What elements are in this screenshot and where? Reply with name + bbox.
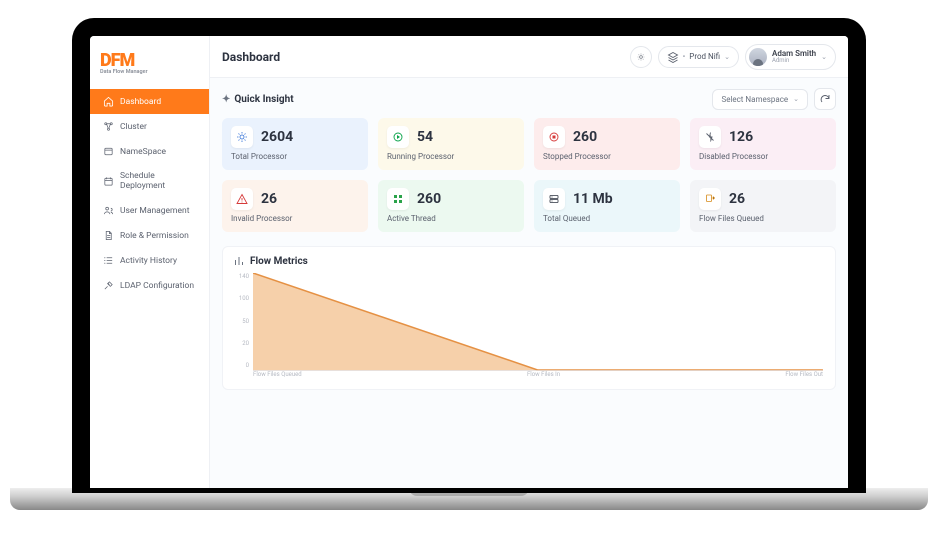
y-tick: 50 <box>233 318 249 325</box>
user-role: Admin <box>772 58 816 64</box>
tools-icon <box>103 280 114 291</box>
warning-icon <box>231 188 253 210</box>
logo-mark: DFM <box>100 50 134 71</box>
sidebar-item-label: User Management <box>120 206 189 216</box>
y-tick: 140 <box>233 273 249 280</box>
sidebar-item-label: LDAP Configuration <box>120 281 194 291</box>
sidebar-item-cluster[interactable]: Cluster <box>90 114 209 139</box>
card-label: Active Thread <box>387 214 515 223</box>
insight-card-invalid-processor[interactable]: 26 Invalid Processor <box>222 180 368 232</box>
insight-icon: ✦ <box>222 94 230 105</box>
grid-icon <box>387 188 409 210</box>
card-value: 11 Mb <box>573 191 613 207</box>
namespace-selector[interactable]: Select Namespace ⌄ <box>712 89 808 110</box>
card-label: Stopped Processor <box>543 152 671 161</box>
stopped-icon <box>543 126 565 148</box>
list-icon <box>103 255 114 266</box>
topbar: Dashboard • Prod Nifi ⌄ Adam Smith Admin <box>210 36 848 78</box>
quick-insight-header: ✦Quick Insight Select Namespace ⌄ <box>222 88 836 110</box>
card-value: 26 <box>729 191 745 207</box>
card-value: 26 <box>261 191 277 207</box>
sidebar-item-namespace[interactable]: NameSpace <box>90 139 209 164</box>
sidebar-item-schedule-deployment[interactable]: Schedule Deployment <box>90 164 209 198</box>
page-title: Dashboard <box>222 50 624 64</box>
logo: DFM Data Flow Manager <box>90 36 209 83</box>
settings-button[interactable] <box>630 46 652 68</box>
sidebar-item-dashboard[interactable]: Dashboard <box>90 89 209 114</box>
main: Dashboard • Prod Nifi ⌄ Adam Smith Admin <box>210 36 848 488</box>
y-tick: 0 <box>233 362 249 369</box>
document-icon <box>103 230 114 241</box>
processor-icon <box>231 126 253 148</box>
insight-card-active-thread[interactable]: 260 Active Thread <box>378 180 524 232</box>
user-menu[interactable]: Adam Smith Admin ⌄ <box>745 44 836 70</box>
card-label: Invalid Processor <box>231 214 359 223</box>
sidebar-item-label: Activity History <box>120 256 177 266</box>
card-label: Total Processor <box>231 152 359 161</box>
card-value: 2604 <box>261 129 293 145</box>
users-icon <box>103 205 114 216</box>
calendar-icon <box>103 176 114 187</box>
layers-icon <box>667 51 679 63</box>
insight-card-flow-files-queued[interactable]: 26 Flow Files Queued <box>690 180 836 232</box>
card-value: 54 <box>417 129 433 145</box>
sidebar: DFM Data Flow Manager Dashboard Cluster Na… <box>90 36 210 488</box>
insight-card-disabled-processor[interactable]: 126 Disabled Processor <box>690 118 836 170</box>
logo-tagline: Data Flow Manager <box>100 69 148 75</box>
card-label: Total Queued <box>543 214 671 223</box>
flow-metrics-chart: 140 100 50 20 0 Flow Files Queued Flow Files … <box>233 273 825 383</box>
card-label: Flow Files Queued <box>699 214 827 223</box>
storage-icon <box>543 188 565 210</box>
cluster-icon <box>103 121 114 132</box>
refresh-button[interactable] <box>814 88 836 110</box>
x-tick: Flow Files Out <box>785 371 823 383</box>
sidebar-item-label: Role & Permission <box>120 231 189 241</box>
nav: Dashboard Cluster NameSpace Schedule Deploy… <box>90 89 209 298</box>
sidebar-item-label: Schedule Deployment <box>120 171 199 191</box>
x-tick: Flow Files Queued <box>253 371 302 383</box>
card-label: Running Processor <box>387 152 515 161</box>
insight-card-stopped-processor[interactable]: 260 Stopped Processor <box>534 118 680 170</box>
flow-metrics-panel: Flow Metrics 140 100 50 20 0 Flow Files Queu… <box>222 246 836 390</box>
sidebar-item-label: Dashboard <box>120 97 161 107</box>
disabled-icon <box>699 126 721 148</box>
sidebar-item-role-permission[interactable]: Role & Permission <box>90 223 209 248</box>
running-icon <box>387 126 409 148</box>
sidebar-item-label: NameSpace <box>120 147 166 157</box>
insight-card-running-processor[interactable]: 54 Running Processor <box>378 118 524 170</box>
chevron-down-icon: ⌄ <box>821 53 827 61</box>
card-value: 126 <box>729 129 753 145</box>
sidebar-item-user-management[interactable]: User Management <box>90 198 209 223</box>
insight-cards: 2604 Total Processor 54 Running Processor 26… <box>222 118 836 232</box>
insight-card-total-queued[interactable]: 11 Mb Total Queued <box>534 180 680 232</box>
card-value: 260 <box>573 129 597 145</box>
environment-selector[interactable]: • Prod Nifi ⌄ <box>658 46 739 68</box>
refresh-icon <box>819 93 831 105</box>
sidebar-item-activity-history[interactable]: Activity History <box>90 248 209 273</box>
avatar <box>749 48 767 66</box>
content: ✦Quick Insight Select Namespace ⌄ 2604 To… <box>210 78 848 488</box>
namespace-placeholder: Select Namespace <box>721 95 788 104</box>
home-icon <box>103 96 114 107</box>
gear-icon <box>637 51 645 63</box>
environment-label: Prod Nifi <box>689 52 720 61</box>
insight-card-total-processor[interactable]: 2604 Total Processor <box>222 118 368 170</box>
card-value: 260 <box>417 191 441 207</box>
y-tick: 20 <box>233 340 249 347</box>
card-label: Disabled Processor <box>699 152 827 161</box>
sidebar-item-ldap-configuration[interactable]: LDAP Configuration <box>90 273 209 298</box>
chevron-down-icon: ⌄ <box>724 53 730 61</box>
y-tick: 100 <box>233 295 249 302</box>
chevron-down-icon: ⌄ <box>793 95 799 103</box>
bars-icon <box>233 255 245 267</box>
x-tick: Flow Files In <box>527 371 560 383</box>
section-title: ✦Quick Insight <box>222 94 706 105</box>
sidebar-item-label: Cluster <box>120 122 147 132</box>
metrics-title: Flow Metrics <box>233 255 825 267</box>
file-flow-icon <box>699 188 721 210</box>
namespace-icon <box>103 146 114 157</box>
